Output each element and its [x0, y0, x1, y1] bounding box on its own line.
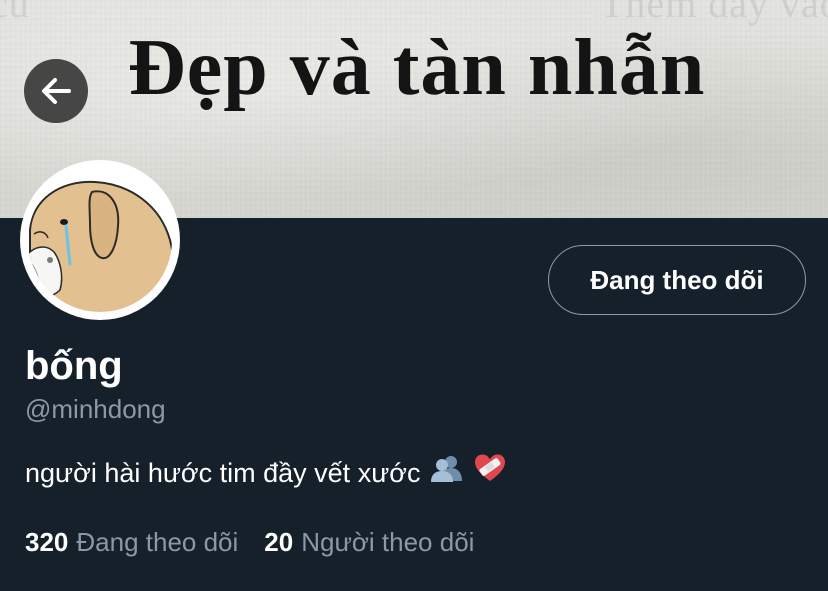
- followers-label: Người theo dõi: [301, 527, 475, 557]
- avatar[interactable]: [20, 160, 180, 320]
- banner-title: Đẹp và tàn nhẫn: [128, 24, 706, 112]
- banner-faint-left: cu: [0, 0, 30, 26]
- mending-heart-emoji-icon: [474, 453, 506, 492]
- user-handle: @minhdong: [25, 394, 166, 424]
- people-silhouette-emoji-icon: [430, 453, 464, 492]
- followers-stat[interactable]: 20 Người theo dõi: [264, 525, 474, 559]
- following-button[interactable]: Đang theo dõi: [548, 245, 806, 315]
- arrow-left-icon: [42, 78, 71, 104]
- bio-text: người hài hước tim đầy vết xước: [25, 457, 421, 488]
- profile-bio: người hài hước tim đầy vết xước: [25, 453, 506, 492]
- following-label: Đang theo dõi: [76, 527, 239, 557]
- back-button[interactable]: [24, 59, 88, 123]
- following-stat[interactable]: 320 Đang theo dõi: [25, 525, 238, 559]
- banner-faint-right: Thêm đầy vào cho cá: [600, 0, 828, 26]
- followers-count: 20: [264, 527, 294, 557]
- following-count: 320: [25, 527, 69, 557]
- crying-dog-avatar-icon: [28, 168, 172, 312]
- display-name: bống: [25, 344, 123, 388]
- profile-page: cu Thêm đầy vào cho cá Đẹp và tàn nhẫn: [0, 0, 828, 591]
- follow-stats: 320 Đang theo dõi 20 Người theo dõi: [25, 525, 474, 559]
